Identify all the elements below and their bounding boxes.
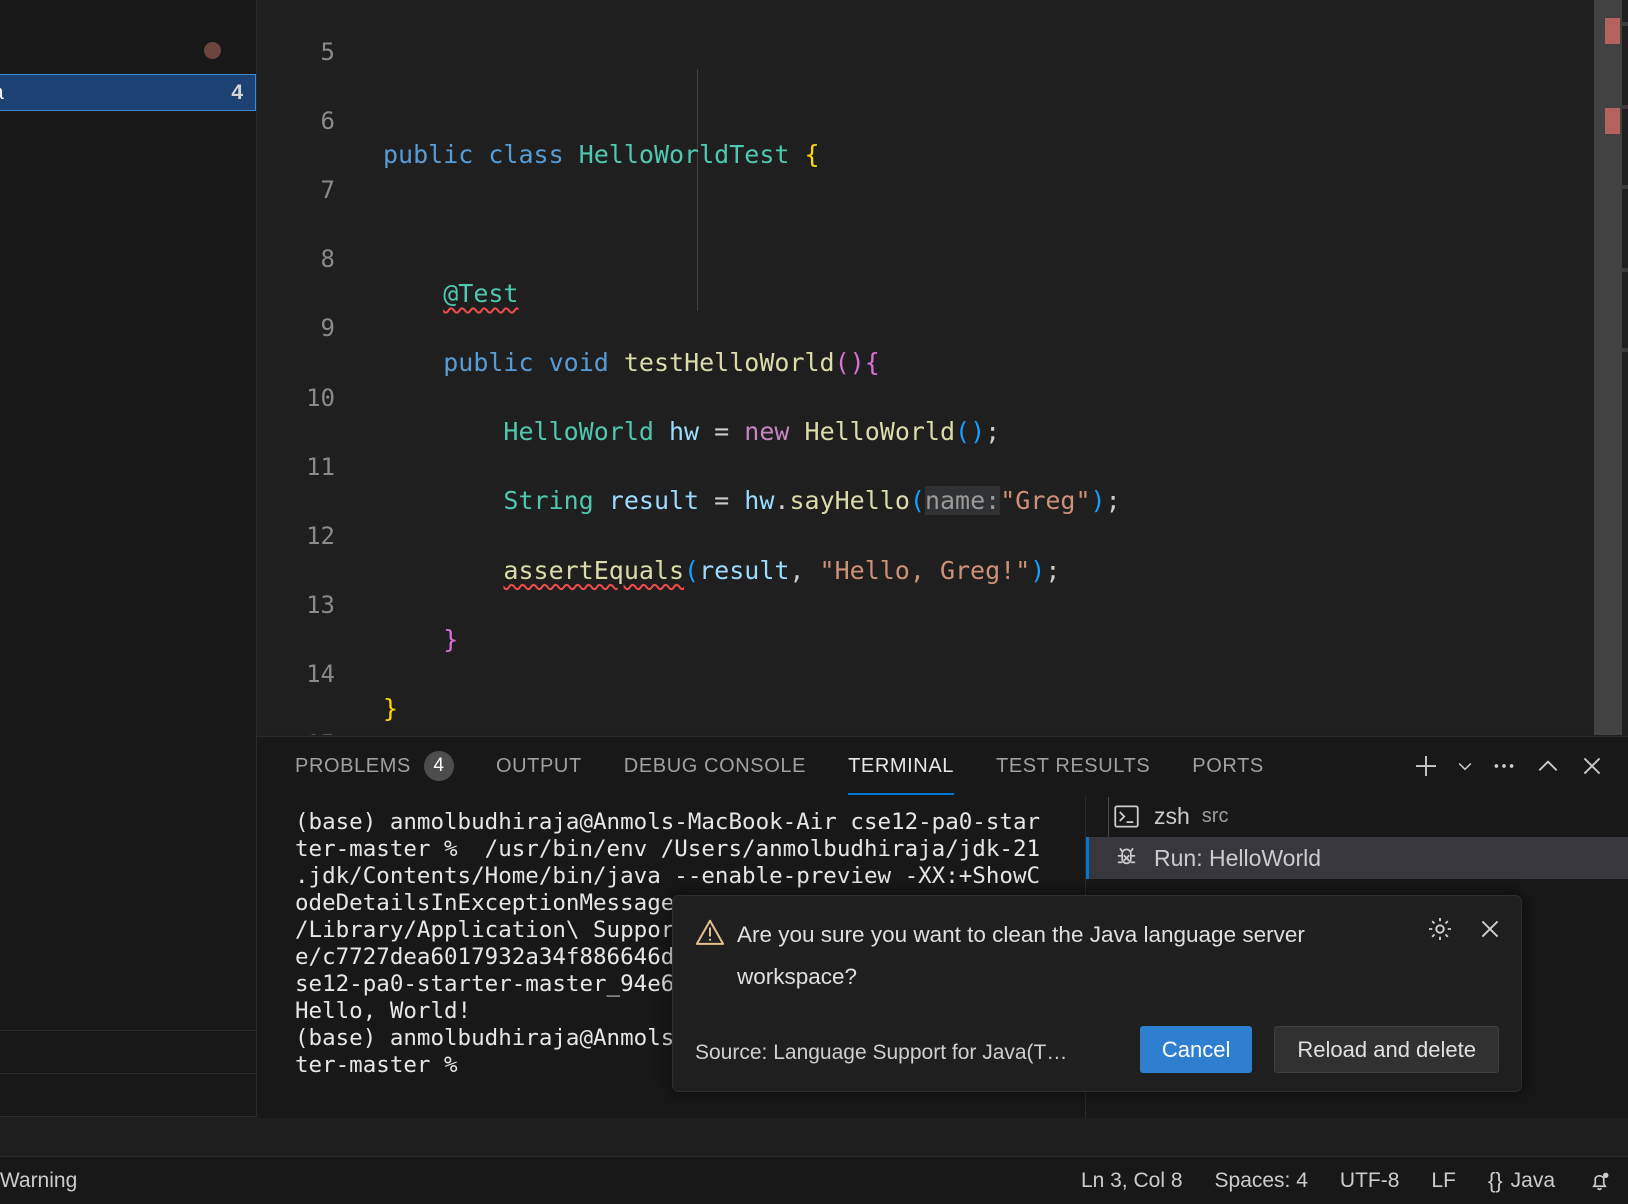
status-indentation-label: Spaces: 4 <box>1214 1168 1308 1192</box>
close-panel-icon[interactable] <box>1570 744 1614 788</box>
tab-terminal[interactable]: TERMINAL <box>848 737 954 795</box>
sidebar-divider <box>0 1116 256 1117</box>
sidebar-item-label: a <box>0 81 4 105</box>
tab-terminal-label: TERMINAL <box>848 754 955 777</box>
code-line[interactable]: 13 } <box>257 554 1594 654</box>
indent-guide <box>697 69 698 311</box>
ruler-tick <box>1621 348 1628 352</box>
code-editor[interactable]: 5 6 public class HelloWorldTest { 7 8 @T… <box>257 0 1594 735</box>
line-number: 15 <box>257 727 335 735</box>
line-number: 13 <box>306 591 335 620</box>
line-number: 7 <box>320 175 335 204</box>
ruler-tick <box>1621 22 1628 26</box>
status-language-mode-label: Java <box>1510 1168 1555 1192</box>
status-bar[interactable]: va: Warning Ln 3, Col 8 Spaces: 4 UTF-8 … <box>0 1156 1628 1204</box>
line-number: 9 <box>320 314 335 343</box>
code-line[interactable]: 11 String result = hw.sayHello(name:"Gre… <box>257 415 1594 516</box>
notification-buttons[interactable]: Cancel Reload and delete <box>1139 1026 1499 1073</box>
status-right-group[interactable]: Ln 3, Col 8 Spaces: 4 UTF-8 LF {} Java <box>1081 1168 1612 1194</box>
chevron-down-icon[interactable] <box>1448 744 1482 788</box>
sidebar-item-badge: 4 <box>231 80 243 104</box>
notification-source: Source: Language Support for Java(T… <box>695 1041 1068 1064</box>
code-line[interactable]: 6 public class HelloWorldTest { <box>257 69 1594 170</box>
tab-ports[interactable]: PORTS <box>1192 737 1264 795</box>
status-encoding[interactable]: UTF-8 <box>1340 1169 1400 1193</box>
maximize-panel-icon[interactable] <box>1526 744 1570 788</box>
code-line[interactable]: 15 <box>257 692 1594 735</box>
close-icon[interactable] <box>1473 912 1507 946</box>
editor-overview-ruler[interactable] <box>1622 0 1628 735</box>
terminal-icon <box>1110 802 1142 830</box>
line-number: 11 <box>306 452 335 481</box>
cancel-button[interactable]: Cancel <box>1139 1026 1253 1073</box>
line-number: 10 <box>306 383 335 412</box>
ruler-tick <box>1621 185 1628 189</box>
code-line[interactable]: 10 HelloWorld hw = new HelloWorld(); <box>257 346 1594 447</box>
code-line[interactable]: 7 <box>257 138 1594 204</box>
new-terminal-icon[interactable] <box>1404 744 1448 788</box>
terminal-item-run-helloworld[interactable]: Run: HelloWorld <box>1086 837 1628 879</box>
tab-test-results-label: TEST RESULTS <box>996 754 1151 777</box>
ruler-tick <box>1621 105 1628 109</box>
line-number: 6 <box>320 106 335 135</box>
error-marker[interactable] <box>1605 18 1620 44</box>
bell-dot-icon[interactable] <box>1587 1168 1612 1193</box>
tab-debug-console[interactable]: DEBUG CONSOLE <box>624 737 806 795</box>
more-actions-icon[interactable] <box>1482 744 1526 788</box>
tab-problems-label: PROBLEMS <box>295 754 411 777</box>
status-cursor-position-label: Ln 3, Col 8 <box>1080 1168 1183 1192</box>
reload-and-delete-button[interactable]: Reload and delete <box>1274 1026 1499 1073</box>
warning-icon <box>695 918 725 951</box>
debug-bug-icon <box>1110 844 1142 872</box>
tab-problems-badge: 4 <box>423 751 454 781</box>
code-line[interactable]: 8 @Test <box>257 208 1594 308</box>
panel-tab-bar[interactable]: PROBLEMS 4 OUTPUT DEBUG CONSOLE TERMINAL… <box>257 737 1628 795</box>
code-line[interactable]: 14 } <box>257 623 1594 723</box>
code-line[interactable]: 12 assertEquals(result, "Hello, Greg!"); <box>257 484 1594 585</box>
notification-message-row: Are you sure you want to clean the Java … <box>695 914 1421 998</box>
explorer-sidebar[interactable]: a 4 <box>0 0 257 1117</box>
status-indentation[interactable]: Spaces: 4 <box>1215 1169 1308 1193</box>
braces-icon: {} <box>1487 1167 1503 1193</box>
terminal-item-desc: src <box>1201 804 1229 827</box>
tab-output-label: OUTPUT <box>495 754 582 777</box>
gear-icon[interactable] <box>1423 912 1457 946</box>
line-number: 14 <box>306 660 335 689</box>
code-line[interactable]: 5 <box>257 0 1594 66</box>
line-number: 12 <box>306 521 335 550</box>
line-number: 8 <box>320 245 335 274</box>
status-encoding-label: UTF-8 <box>1339 1168 1400 1192</box>
sidebar-item-selected[interactable]: a 4 <box>0 74 256 111</box>
tab-ports-label: PORTS <box>1192 754 1264 777</box>
panel-action-bar[interactable] <box>1404 737 1614 795</box>
tab-test-results[interactable]: TEST RESULTS <box>996 737 1150 795</box>
terminal-item-name: zsh <box>1154 802 1190 829</box>
sidebar-divider <box>0 1073 256 1074</box>
status-left-label: va: Warning <box>0 1168 78 1192</box>
status-eol[interactable]: LF <box>1431 1169 1456 1193</box>
error-marker[interactable] <box>1605 108 1620 134</box>
status-problems-item[interactable]: va: Warning <box>0 1169 77 1193</box>
code-line[interactable]: 9 public void testHelloWorld(){ <box>257 277 1594 377</box>
terminal-item-zsh[interactable]: zsh src <box>1086 795 1628 837</box>
notification-icon-actions[interactable] <box>1423 912 1507 946</box>
terminal-item-name: Run: HelloWorld <box>1154 844 1322 871</box>
tab-problems[interactable]: PROBLEMS 4 <box>295 737 454 795</box>
modified-indicator-dot <box>204 42 221 59</box>
notification-toast[interactable]: Are you sure you want to clean the Java … <box>672 895 1522 1092</box>
notification-message: Are you sure you want to clean the Java … <box>737 922 1305 989</box>
status-cursor-position[interactable]: Ln 3, Col 8 <box>1081 1169 1183 1193</box>
status-language-mode[interactable]: {} Java <box>1488 1168 1555 1194</box>
status-eol-label: LF <box>1431 1168 1456 1192</box>
line-number: 5 <box>320 37 335 66</box>
sidebar-divider <box>0 1030 256 1031</box>
ruler-tick <box>1621 268 1628 272</box>
tab-output[interactable]: OUTPUT <box>496 737 582 795</box>
tab-debug-console-label: DEBUG CONSOLE <box>623 754 807 777</box>
